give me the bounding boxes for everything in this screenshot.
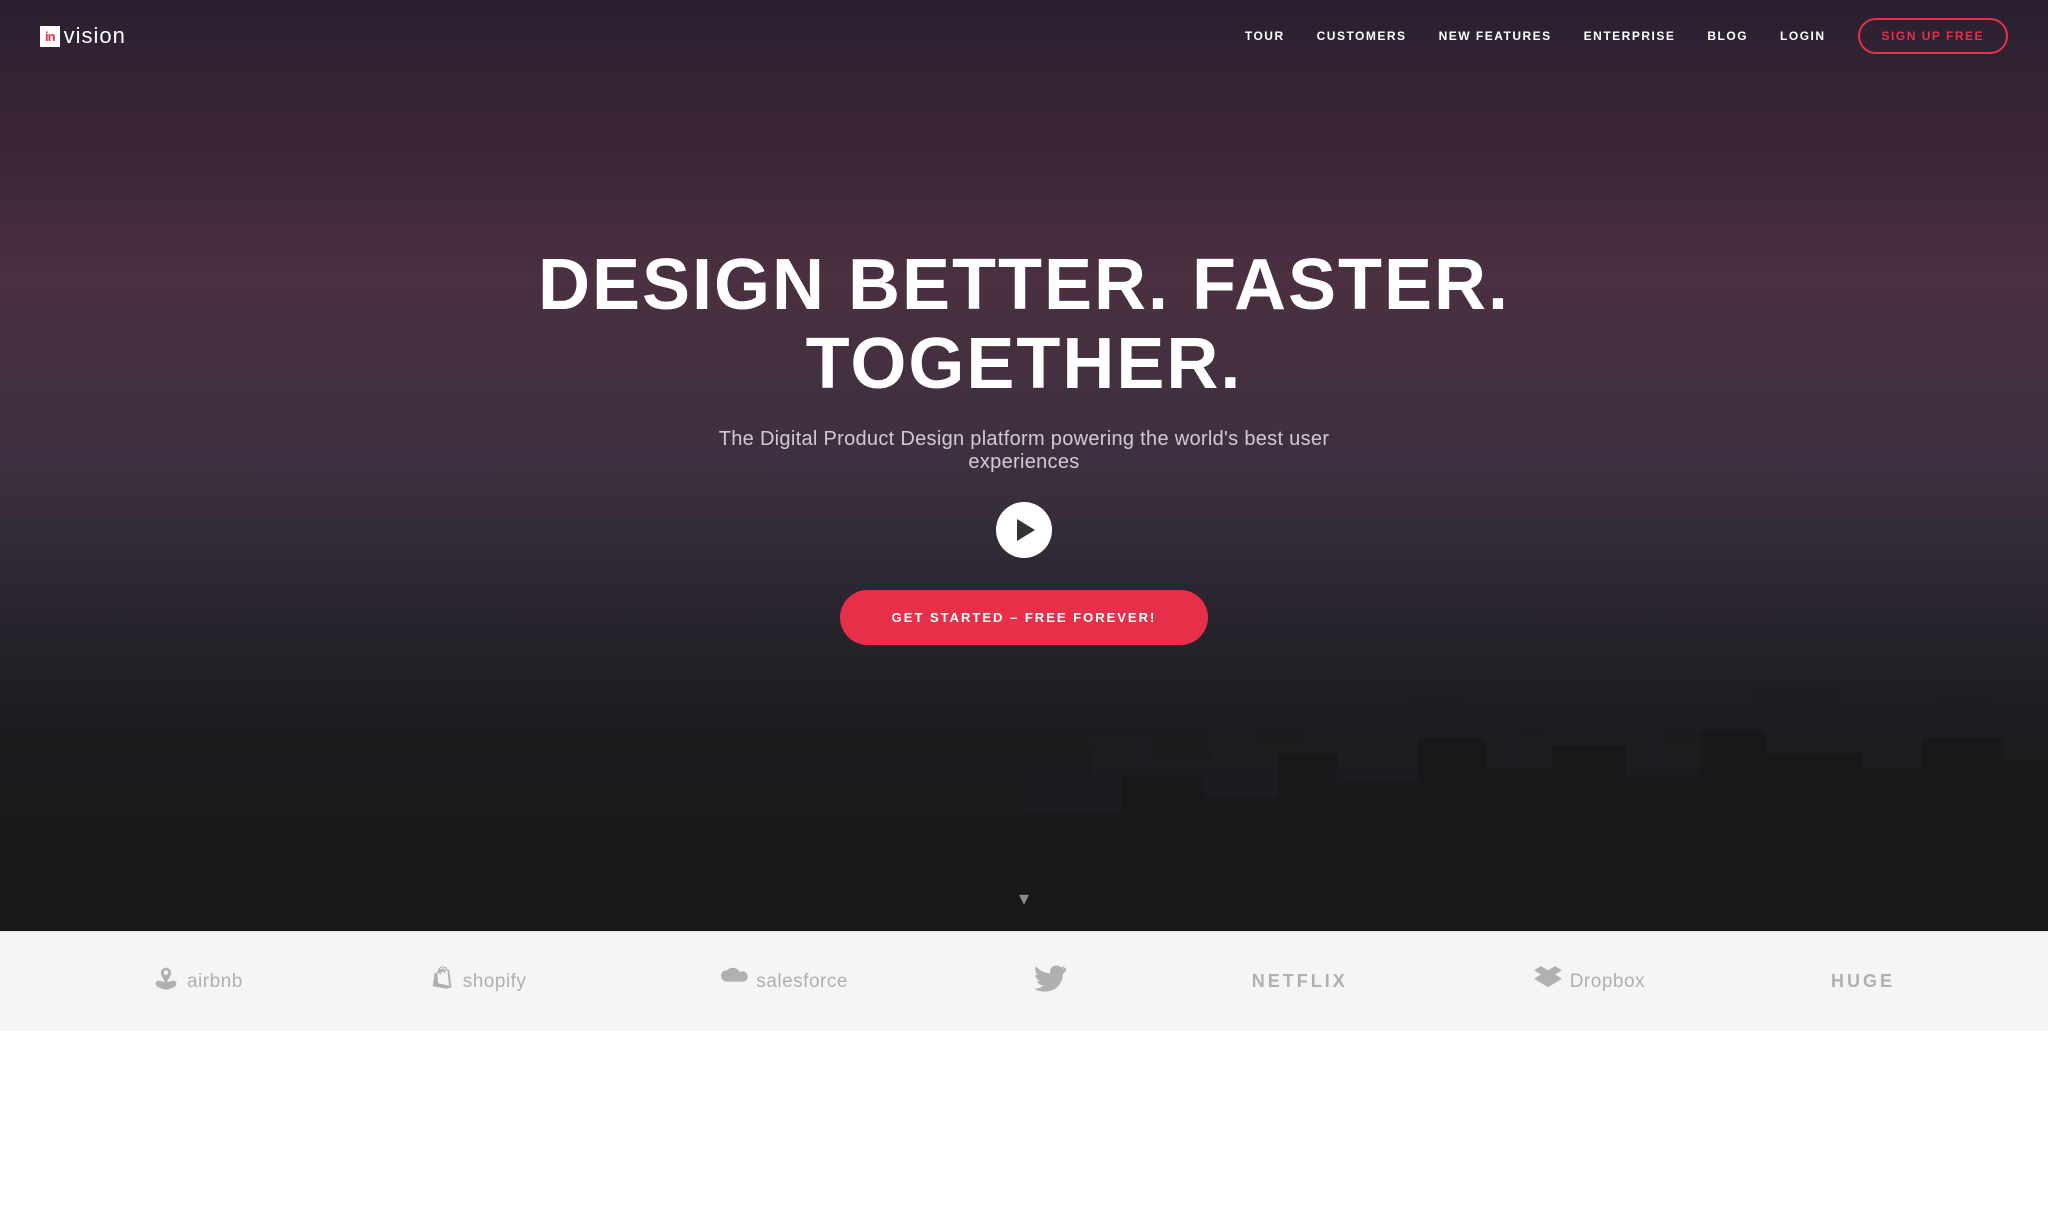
logo-salesforce: salesforce	[712, 964, 848, 999]
salesforce-name: salesforce	[756, 971, 848, 993]
airbnb-icon	[153, 965, 179, 998]
twitter-icon	[1034, 964, 1066, 999]
logos-section: airbnb shopify salesforce NETFLIX	[0, 931, 2048, 1031]
logo-netflix: NETFLIX	[1252, 971, 1348, 992]
nav-login[interactable]: LOGIN	[1780, 29, 1826, 43]
logo-shopify: shopify	[429, 964, 527, 999]
logo-dropbox: Dropbox	[1534, 964, 1645, 999]
huge-name: HUGE	[1831, 971, 1895, 992]
logo-in: in	[45, 29, 55, 44]
logo-airbnb: airbnb	[153, 965, 243, 998]
salesforce-icon	[712, 964, 748, 999]
cta-button[interactable]: GET STARTED – FREE FOREVER!	[840, 590, 1209, 645]
dropbox-icon	[1534, 964, 1562, 999]
nav-tour[interactable]: TOUR	[1245, 29, 1285, 43]
play-icon	[1017, 519, 1035, 541]
logo-box: in	[40, 26, 60, 47]
signup-button[interactable]: SIGN UP FREE	[1858, 18, 2008, 54]
scroll-arrow: ▾	[1019, 886, 1029, 911]
shopify-name: shopify	[463, 971, 527, 993]
nav-blog[interactable]: BLOG	[1707, 29, 1748, 43]
logo-huge: HUGE	[1831, 971, 1895, 992]
main-nav: TOUR CUSTOMERS NEW FEATURES ENTERPRISE B…	[1245, 18, 2008, 54]
nav-enterprise[interactable]: ENTERPRISE	[1584, 29, 1676, 43]
hero-subtitle: The Digital Product Design platform powe…	[674, 428, 1374, 474]
hero-section: DESIGN BETTER. FASTER. TOGETHER. The Dig…	[0, 0, 2048, 931]
logo-twitter	[1034, 964, 1066, 999]
hero-title: DESIGN BETTER. FASTER. TOGETHER.	[474, 246, 1574, 404]
netflix-name: NETFLIX	[1252, 971, 1348, 992]
dropbox-name: Dropbox	[1570, 971, 1645, 993]
logo-vision: vision	[64, 23, 126, 49]
shopify-icon	[429, 964, 455, 999]
nav-customers[interactable]: CUSTOMERS	[1317, 29, 1407, 43]
logo[interactable]: in vision	[40, 23, 126, 49]
airbnb-name: airbnb	[187, 971, 243, 993]
hero-content: DESIGN BETTER. FASTER. TOGETHER. The Dig…	[454, 246, 1594, 645]
nav-new-features[interactable]: NEW FEATURES	[1439, 29, 1552, 43]
city-skyline	[0, 605, 2048, 931]
play-button[interactable]	[996, 502, 1052, 558]
header: in vision TOUR CUSTOMERS NEW FEATURES EN…	[0, 0, 2048, 72]
